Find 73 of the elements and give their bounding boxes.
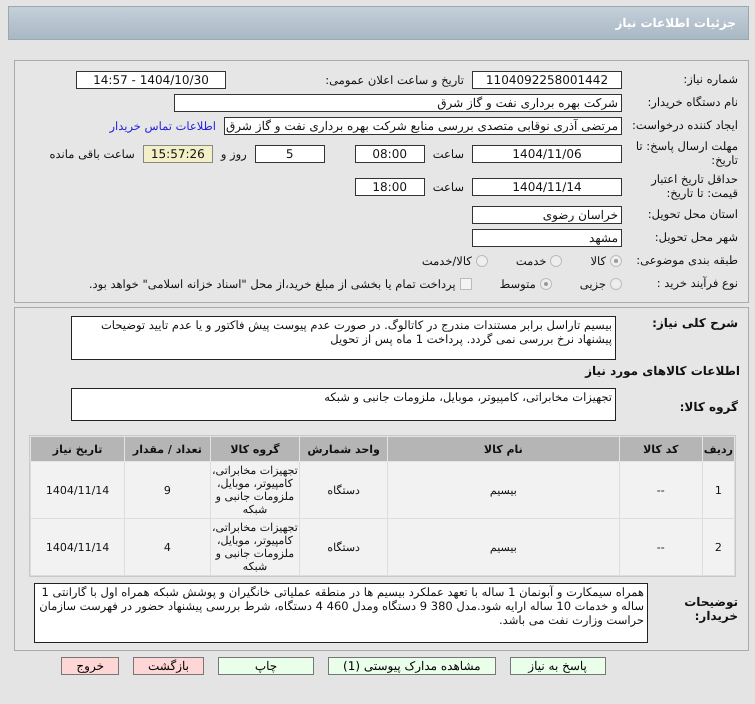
field-label: شرح کلی نیاز: xyxy=(651,316,739,330)
radio-button[interactable] xyxy=(550,255,562,267)
buyer-notes-textarea[interactable]: همراه سیمکارت و آبونمان 1 ساله با تعهد عملکرد بیسیم ها در منطقه عملیاتی خانگیران و پوشش شبکه همراه اول با گارانتی 1 ساله و خدمات 10 ساله ارایه شود.مدل 380 9 دستگاه ومدل 460 4 دستگاه، شرط بررسی پیشنهاد حضور در فهرست سازمان حراست وزارت نفت می باشد. xyxy=(34,583,648,643)
table-cell: تجهیزات مخابراتی، کامپیوتر، موبایل، ملزومات جانبی و شبکه xyxy=(210,518,300,576)
column-header: واحد شمارش xyxy=(300,436,388,462)
field-label: تاریخ و ساعت اعلان عمومی: xyxy=(324,73,465,87)
column-header: نام کالا xyxy=(387,436,620,462)
section-title: اطلاعات کالاهای مورد نیاز xyxy=(584,364,740,378)
deadline-date-field: 1404/11/06 xyxy=(472,145,622,163)
field-label: شهر محل تحویل: xyxy=(654,231,739,245)
radio-button[interactable] xyxy=(610,255,622,267)
field-label: گروه کالا: xyxy=(678,399,739,414)
field-label: طبقه بندی موضوعی: xyxy=(635,254,739,268)
province-field: خراسان رضوی xyxy=(472,206,622,224)
field-label: ساعت xyxy=(432,180,465,194)
table-cell: 1404/11/14 xyxy=(30,462,125,518)
column-header: تعداد / مقدار xyxy=(124,436,210,462)
action-button[interactable]: چاپ xyxy=(218,657,314,675)
option-label: پرداخت تمام یا بخشی از مبلغ خرید،از محل "اسناد خزانه اسلامی" خواهد بود. xyxy=(88,277,456,291)
buyer-contact-link[interactable]: اطلاعات تماس خریدار xyxy=(109,119,216,133)
option-label: کالا/خدمت xyxy=(422,254,472,268)
table-cell: 9 xyxy=(124,462,210,518)
days-field: 5 xyxy=(254,145,325,163)
city-field: مشهد xyxy=(472,229,622,247)
summary-textarea[interactable]: بیسیم تاراسل برابر مستندات مندرج در کاتالوگ. در صورت عدم پیوست پیش فاکتور و یا عدم تایید توضیحات پیشنهاد نرخ بررسی نمی گردد. پرداخت 1 ماه پس از تحویل xyxy=(71,316,616,360)
goods-group-textarea[interactable]: تجهیزات مخابراتی، کامپیوتر، موبایل، ملزومات جانبی و شبکه xyxy=(71,388,616,421)
table-cell: -- xyxy=(619,462,702,518)
action-button[interactable]: خروج xyxy=(61,657,119,675)
field-label: ساعت xyxy=(432,147,465,161)
table-cell: بیسیم xyxy=(387,462,620,518)
option-label: متوسط xyxy=(500,277,536,291)
field-label: نام دستگاه خریدار: xyxy=(646,96,739,110)
checkbox[interactable] xyxy=(460,278,472,290)
page-title: جزئیات اطلاعات نیاز xyxy=(615,16,736,30)
column-header: تاریخ نیاز xyxy=(30,436,125,462)
field-label: ایجاد کننده درخواست: xyxy=(631,119,739,133)
table-cell: 4 xyxy=(124,518,210,576)
validity-date-field: 1404/11/14 xyxy=(472,178,622,196)
table-cell: دستگاه xyxy=(300,462,388,518)
column-header: گروه کالا xyxy=(210,436,300,462)
field-label: نوع فرآیند خرید : xyxy=(656,277,739,291)
option-label: جزیی xyxy=(580,277,606,291)
action-button[interactable]: مشاهده مدارک پیوستی (1) xyxy=(328,657,496,675)
remaining-time-field: 15:57:26 xyxy=(142,145,213,163)
action-button[interactable]: بازگشت xyxy=(133,657,204,675)
radio-button[interactable] xyxy=(540,278,552,290)
table-cell: بیسیم xyxy=(387,518,620,576)
field-label: مهلت ارسال پاسخ: تا تاریخ: xyxy=(634,140,739,168)
table-cell: 1 xyxy=(702,462,734,518)
column-header: کد کالا xyxy=(619,436,702,462)
creator-field: مرتضی آذری نوقابی متصدی بررسی منابع شرکت بهره برداری نفت و گاز شرق xyxy=(224,117,622,135)
field-label: حداقل تاریخ اعتبار قیمت: تا تاریخ: xyxy=(650,173,739,201)
option-label: خدمت xyxy=(516,254,546,268)
action-button[interactable]: پاسخ به نیاز xyxy=(510,657,606,675)
buyer-org-field: شرکت بهره برداری نفت و گاز شرق xyxy=(174,94,622,112)
field-label: استان محل تحویل: xyxy=(646,208,739,222)
announce-date-field: 1404/10/30 - 14:57 xyxy=(76,71,226,89)
field-label: شماره نیاز: xyxy=(682,73,739,87)
field-label: توضیحات خریدار: xyxy=(683,594,739,624)
table-cell: -- xyxy=(619,518,702,576)
radio-button[interactable] xyxy=(476,255,488,267)
validity-time-field: 18:00 xyxy=(354,178,425,196)
table-cell: دستگاه xyxy=(300,518,388,576)
table-cell: 2 xyxy=(702,518,734,576)
deadline-time-field: 08:00 xyxy=(354,145,425,163)
table-cell: تجهیزات مخابراتی، کامپیوتر، موبایل، ملزومات جانبی و شبکه xyxy=(210,462,300,518)
field-label: روز و xyxy=(219,147,248,161)
table-cell: 1404/11/14 xyxy=(30,518,125,576)
field-label: ساعت باقی مانده xyxy=(48,147,136,161)
radio-button[interactable] xyxy=(610,278,622,290)
column-header: ردیف xyxy=(702,436,734,462)
need-number-field: 1104092258001442 xyxy=(472,71,622,89)
option-label: کالا xyxy=(590,254,606,268)
